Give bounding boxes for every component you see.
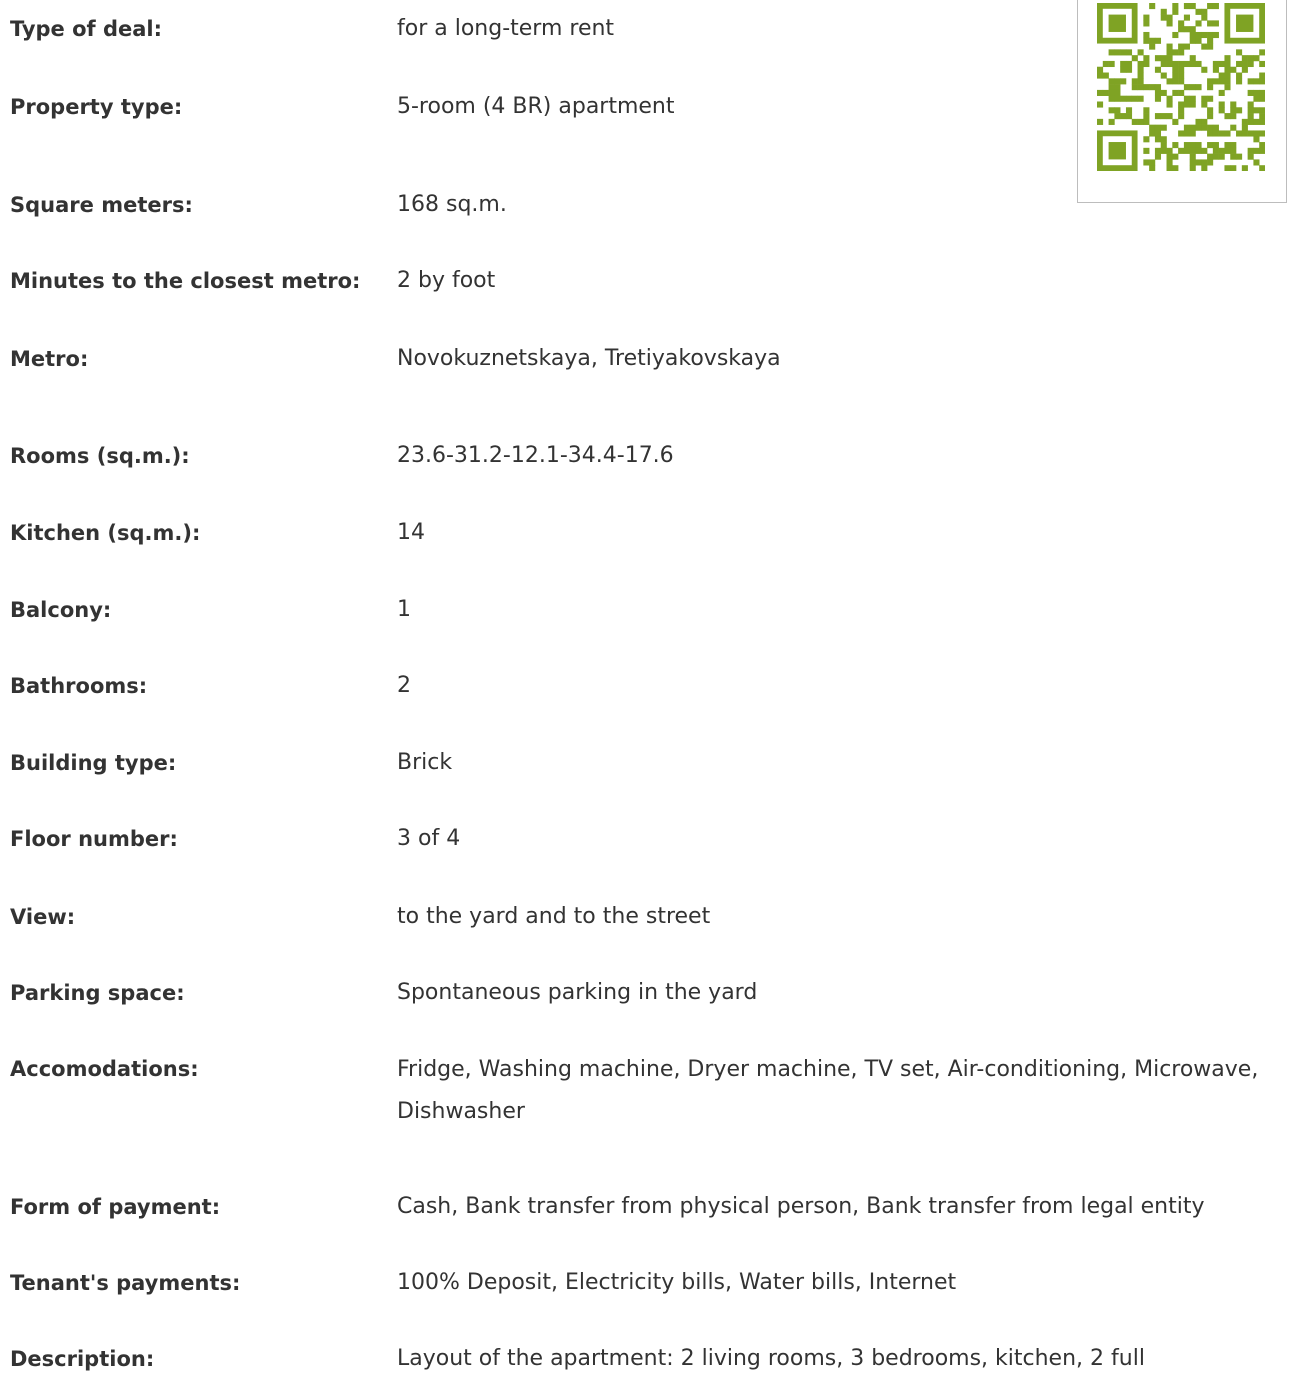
property-value: to the yard and to the street — [397, 904, 711, 929]
property-label: Property type: — [10, 95, 183, 119]
property-value: 23.6-31.2-12.1-34.4-17.6 — [397, 443, 674, 468]
property-value: 2 — [397, 673, 411, 698]
property-label: Building type: — [10, 751, 177, 775]
property-value: Cash, Bank transfer from physical person… — [397, 1194, 1205, 1219]
property-label: Metro: — [10, 347, 89, 371]
property-value: Spontaneous parking in the yard — [397, 980, 758, 1005]
property-value: 3 of 4 — [397, 826, 461, 851]
property-value: 1 — [397, 597, 411, 622]
property-value: 2 by foot — [397, 268, 496, 293]
property-label: Tenant's payments: — [10, 1271, 241, 1295]
property-value: for a long-term rent — [397, 16, 615, 41]
property-label: Rooms (sq.m.): — [10, 444, 190, 468]
property-label: Parking space: — [10, 981, 185, 1005]
property-value: Layout of the apartment: 2 living rooms,… — [397, 1346, 1145, 1371]
property-label: Minutes to the closest metro: — [10, 269, 361, 293]
property-value: 168 sq.m. — [397, 192, 507, 217]
property-value: Fridge, Washing machine, Dryer machine, … — [397, 1057, 1259, 1124]
property-label: Balcony: — [10, 598, 112, 622]
property-label: Description: — [10, 1347, 155, 1371]
property-value: 5-room (4 BR) apartment — [397, 94, 675, 119]
property-label: Square meters: — [10, 193, 193, 217]
property-label: Form of payment: — [10, 1195, 221, 1219]
property-label: Bathrooms: — [10, 674, 148, 698]
property-value: 14 — [397, 520, 425, 545]
property-label: Kitchen (sq.m.): — [10, 521, 201, 545]
property-label: Accomodations: — [10, 1057, 199, 1081]
property-value: Novokuznetskaya, Tretiyakovskaya — [397, 346, 781, 371]
property-value: 100% Deposit, Electricity bills, Water b… — [397, 1270, 957, 1295]
property-value: Brick — [397, 750, 453, 775]
property-label: View: — [10, 905, 76, 929]
property-label: Type of deal: — [10, 17, 163, 41]
property-label: Floor number: — [10, 827, 178, 851]
